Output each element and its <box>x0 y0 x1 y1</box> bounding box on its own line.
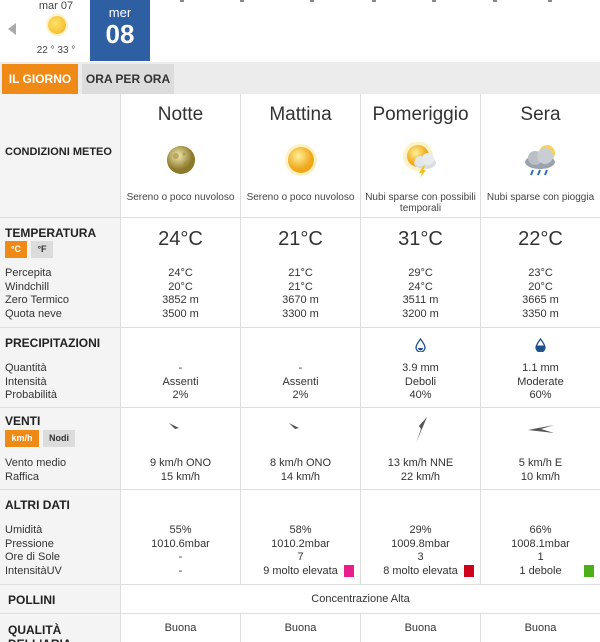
period-description: Sereno o poco nuvoloso <box>246 192 355 203</box>
drop-outline-icon <box>415 338 426 352</box>
precipitation-row: PRECIPITAZIONI Quantità Intensità Probab… <box>0 328 600 408</box>
day-number: 08 <box>105 19 135 49</box>
air-quality-value: Buona <box>524 622 557 634</box>
forecast-table: CONDIZIONI METEO Notte Sereno o poco nuv… <box>0 94 600 642</box>
section-label: ALTRI DATI <box>5 498 70 512</box>
air-quality-value: Buona <box>404 622 437 634</box>
period-column: Notte Sereno o poco nuvoloso <box>121 94 241 217</box>
section-label: POLLINI <box>8 593 56 607</box>
section-label: TEMPERATURA <box>5 226 97 240</box>
air-quality-row: QUALITÀ DELL'ARIA Buona Buona Buona Buon… <box>0 614 600 642</box>
day-card-current[interactable]: mer 08 <box>90 0 150 61</box>
sun-icon <box>285 144 317 176</box>
sun-cloud-storm-icon <box>403 142 436 178</box>
period-column: Mattina Sereno o poco nuvoloso <box>241 94 361 217</box>
period-column: Sera Nubi sparse con pioggia <box>481 94 600 217</box>
day-card-prev[interactable]: mar 07 22 ° 33 ° <box>22 0 90 60</box>
temp-column: 24°C 24°C 20°C 3852 m 3500 m <box>121 218 241 327</box>
unit-knots-button[interactable]: Nodi <box>43 430 75 447</box>
pollen-value: Concentrazione Alta <box>311 593 410 605</box>
day-name: mar 07 <box>38 0 74 12</box>
air-quality-value: Buona <box>284 622 317 634</box>
section-label: QUALITÀ DELL'ARIA <box>8 623 72 642</box>
period-name: Sera <box>520 104 561 125</box>
day-name: mer <box>108 5 132 20</box>
sun-icon <box>48 16 66 34</box>
conditions-row: CONDIZIONI METEO Notte Sereno o poco nuv… <box>0 94 600 218</box>
temperature-value: 24°C <box>158 228 203 250</box>
air-quality-value: Buona <box>164 622 197 634</box>
strip-ticks <box>150 0 600 4</box>
section-label: CONDIZIONI METEO <box>5 146 112 158</box>
moon-icon <box>167 146 195 174</box>
temp-column: 31°C 29°C 24°C 3511 m 3200 m <box>361 218 481 327</box>
temp-column: 22°C 23°C 20°C 3665 m 3350 m <box>481 218 600 327</box>
sub-labels: Percepita Windchill Zero Termico Quota n… <box>5 267 69 320</box>
temp-column: 21°C 21°C 21°C 3670 m 3300 m <box>241 218 361 327</box>
wind-direction-arrow-icon <box>169 423 193 435</box>
period-name: Pomeriggio <box>372 104 469 125</box>
wind-direction-arrow-icon <box>416 417 427 442</box>
drop-filled-icon <box>535 338 546 352</box>
wind-direction-arrow-icon <box>528 425 554 433</box>
chevron-left-icon[interactable] <box>8 23 16 35</box>
cloud-rain-icon <box>525 145 555 176</box>
unit-kmh-button[interactable]: km/h <box>5 430 39 447</box>
unit-fahrenheit-button[interactable]: °F <box>31 241 53 258</box>
period-description: Nubi sparse con possibili temporali <box>365 192 476 214</box>
period-description: Nubi sparse con pioggia <box>486 192 595 203</box>
uv-level-indicator <box>344 565 354 577</box>
period-description: Sereno o poco nuvoloso <box>126 192 235 203</box>
temperature-value: 21°C <box>278 228 323 250</box>
temperature-row: TEMPERATURA °C °F Percepita Windchill Ze… <box>0 218 600 328</box>
period-name: Notte <box>157 104 204 125</box>
uv-level-indicator <box>464 565 474 577</box>
section-label: VENTI <box>5 414 41 428</box>
pollen-row: POLLINI Concentrazione Alta <box>0 585 600 614</box>
other-data-row: ALTRI DATI Umidità Pressione Ore di Sole… <box>0 490 600 585</box>
uv-level-indicator <box>584 565 594 577</box>
temperature-value: 22°C <box>518 228 563 250</box>
tab-hourly[interactable]: ORA PER ORA <box>82 64 174 94</box>
period-name: Mattina <box>269 104 332 125</box>
tab-day[interactable]: IL GIORNO <box>2 64 78 94</box>
day-temps: 22 ° 33 ° <box>36 45 76 56</box>
wind-row: VENTI km/h Nodi Vento medio Raffica 9 km… <box>0 408 600 490</box>
temperature-value: 31°C <box>398 228 443 250</box>
day-strip: mar 07 22 ° 33 ° mer 08 <box>0 0 600 62</box>
period-column: Pomeriggio Nubi sparse con possibili tem… <box>361 94 481 217</box>
wind-direction-arrow-icon <box>289 423 313 435</box>
tab-bar: IL GIORNO ORA PER ORA <box>0 62 600 94</box>
section-label: PRECIPITAZIONI <box>5 336 101 350</box>
unit-celsius-button[interactable]: °C <box>5 241 27 258</box>
